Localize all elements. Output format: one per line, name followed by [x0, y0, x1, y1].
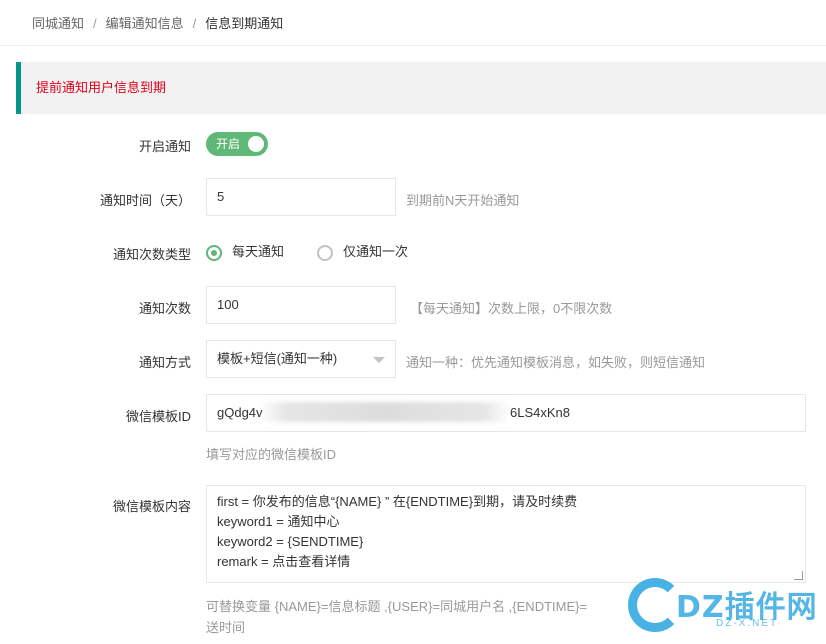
- watermark-subtext: DZ-X.NET: [716, 618, 779, 629]
- breadcrumb-item-edit-notify[interactable]: 编辑通知信息: [106, 16, 184, 31]
- template-content-textarea[interactable]: first = 你发布的信息“{NAME} ” 在{ENDTIME}到期，请及时…: [206, 485, 806, 583]
- watermark-logo: DZ插件网 DZ-X.NET: [624, 572, 824, 640]
- logo-ring-icon: [628, 578, 682, 632]
- template-id-label: 微信模板ID: [125, 409, 191, 424]
- radio-once-label: 仅通知一次: [343, 244, 409, 259]
- count-help: 【每天通知】次数上限，0不限次数: [410, 301, 613, 316]
- switch-knob: [248, 136, 264, 152]
- template-line: first = 你发布的信息“{NAME} ” 在{ENDTIME}到期，请及时…: [217, 494, 578, 509]
- enable-switch[interactable]: 开启: [206, 132, 268, 156]
- template-content-help: 可替换变量 {NAME}=信息标题 ,{USER}=同城用户名 ,{ENDTIM…: [206, 596, 636, 638]
- chevron-down-icon: [373, 357, 385, 363]
- method-label: 通知方式: [138, 355, 191, 370]
- template-id-help: 填写对应的微信模板ID: [206, 447, 337, 462]
- count-input[interactable]: 100: [206, 286, 396, 324]
- breadcrumb: 同城通知 / 编辑通知信息 / 信息到期通知: [0, 0, 826, 46]
- template-id-value-end: 6LS4xKn8: [510, 405, 570, 420]
- radio-daily-label: 每天通知: [232, 244, 285, 259]
- count-label: 通知次数: [138, 301, 191, 316]
- days-label: 通知时间（天）: [99, 193, 191, 208]
- breadcrumb-separator: /: [192, 16, 197, 31]
- template-help-line1: 可替换变量 {NAME}=信息标题 ,{USER}=同城用户名 ,{ENDTIM…: [206, 599, 588, 614]
- method-help: 通知一种：优先通知模板消息，如失败，则短信通知: [406, 355, 706, 370]
- radio-unchecked-icon: [317, 244, 333, 261]
- breadcrumb-current: 信息到期通知: [205, 16, 284, 31]
- radio-once[interactable]: 仅通知一次: [317, 242, 408, 262]
- switch-text: 开启: [216, 137, 241, 151]
- template-content-label: 微信模板内容: [112, 499, 191, 514]
- notice-banner: 提前通知用户信息到期: [16, 62, 826, 114]
- days-help: 到期前N天开始通知: [406, 193, 520, 208]
- template-line: keyword2 = {SENDTIME}: [217, 534, 364, 549]
- template-line: keyword1 = 通知中心: [217, 514, 340, 529]
- days-input[interactable]: 5: [206, 178, 396, 216]
- template-id-value-start: gQdg4v: [217, 405, 263, 420]
- redacted-blur: [260, 402, 510, 422]
- breadcrumb-item-city-notify[interactable]: 同城通知: [32, 16, 84, 31]
- breadcrumb-separator: /: [93, 16, 97, 31]
- radio-daily[interactable]: 每天通知: [206, 242, 284, 262]
- method-select-value: 模板+短信(通知一种): [217, 351, 338, 366]
- template-line: remark = 点击查看详情: [217, 554, 351, 569]
- template-help-line2: 送时间: [206, 620, 246, 635]
- radio-checked-icon: [206, 244, 222, 261]
- enable-label: 开启通知: [138, 139, 191, 154]
- method-select[interactable]: 模板+短信(通知一种): [206, 340, 396, 378]
- count-type-label: 通知次数类型: [112, 247, 191, 262]
